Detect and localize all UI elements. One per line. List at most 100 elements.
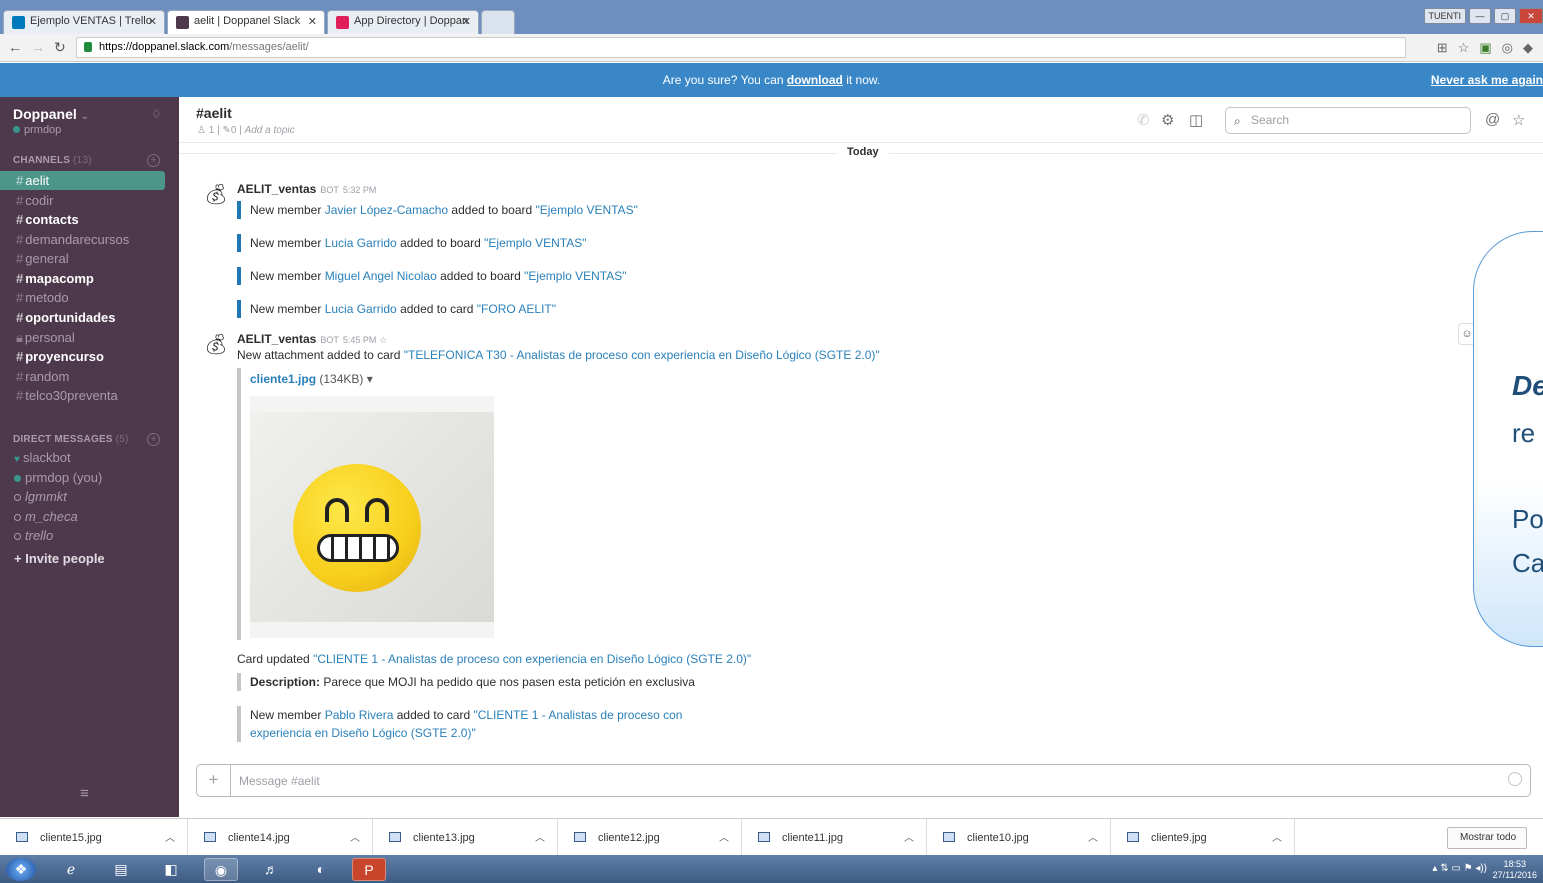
card-link[interactable]: "CLIENTE 1 - Analistas de proceso con xyxy=(473,708,682,722)
sidebar-channel-metodo[interactable]: # metodo xyxy=(0,288,165,307)
chevron-up-icon[interactable]: ︿ xyxy=(719,829,729,844)
card-link[interactable]: "CLIENTE 1 - Analistas de proceso con ex… xyxy=(313,652,751,666)
close-tab-icon[interactable]: ✕ xyxy=(462,15,471,28)
show-all-downloads-button[interactable]: Mostrar todo xyxy=(1447,827,1528,849)
minimize-icon[interactable]: — xyxy=(1469,8,1491,24)
download-item[interactable]: cliente15.jpg ︿ xyxy=(0,819,188,855)
search-input[interactable]: ⌕ Search xyxy=(1225,107,1471,134)
new-tab-button[interactable] xyxy=(481,10,515,34)
chevron-up-icon[interactable]: ︿ xyxy=(1088,829,1098,844)
translate-icon[interactable]: ⊞ xyxy=(1437,40,1448,56)
sidebar-dm-lgmmkt[interactable]: lgmmkt xyxy=(0,487,165,506)
sidebar-channel-demandarecursos[interactable]: # demandarecursos xyxy=(0,230,165,249)
board-link[interactable]: "Ejemplo VENTAS" xyxy=(536,203,638,217)
start-button-icon[interactable]: ❖ xyxy=(6,858,36,881)
clock[interactable]: 18:53 27/11/2016 xyxy=(1493,859,1537,881)
bookmark-star-icon[interactable]: ☆ xyxy=(1458,40,1470,56)
members-icon[interactable]: ♙ xyxy=(197,125,206,136)
sidebar-dm-trello[interactable]: trello xyxy=(0,526,165,545)
member-link[interactable]: Miguel Angel Nicolao xyxy=(325,269,437,283)
message-composer[interactable]: + Message #aelit xyxy=(196,764,1531,797)
sidebar-dm-m-checa[interactable]: m_checa xyxy=(0,507,165,526)
close-window-icon[interactable]: ✕ xyxy=(1519,8,1543,24)
download-item[interactable]: cliente11.jpg ︿ xyxy=(742,819,927,855)
chevron-up-icon[interactable]: ︿ xyxy=(535,829,545,844)
chevron-up-icon[interactable]: ︿ xyxy=(904,829,914,844)
extension-icon[interactable]: ◎ xyxy=(1502,40,1513,56)
call-icon[interactable]: ✆ xyxy=(1137,111,1150,129)
sidebar-channel-codir[interactable]: # codir xyxy=(0,191,165,210)
member-link[interactable]: Javier López-Camacho xyxy=(325,203,448,217)
starred-icon[interactable]: ☆ xyxy=(1512,111,1525,129)
file-explorer-icon[interactable]: ▤ xyxy=(104,858,138,881)
browser-tab-trello[interactable]: Ejemplo VENTAS | Trello ✕ xyxy=(3,10,165,34)
download-item[interactable]: cliente14.jpg ︿ xyxy=(188,819,373,855)
invite-people-link[interactable]: + Invite people xyxy=(14,551,105,566)
direct-messages-header[interactable]: DIRECT MESSAGES (5) xyxy=(13,434,129,445)
never-ask-link[interactable]: Never ask me again xyxy=(1431,73,1543,87)
forward-icon[interactable]: → xyxy=(31,39,45,55)
download-link[interactable]: download xyxy=(787,73,843,87)
url-field[interactable]: https://doppanel.slack.com/messages/aeli… xyxy=(76,37,1406,58)
close-tab-icon[interactable]: ✕ xyxy=(308,15,317,28)
chevron-up-icon[interactable]: ︿ xyxy=(1272,829,1282,844)
emoji-picker-icon[interactable] xyxy=(1508,772,1522,786)
board-link[interactable]: "Ejemplo VENTAS" xyxy=(484,236,586,250)
download-item[interactable]: cliente13.jpg ︿ xyxy=(373,819,558,855)
add-channel-icon[interactable]: + xyxy=(147,154,160,167)
internet-explorer-icon[interactable]: ℯ xyxy=(54,858,88,881)
browser-tab-slack[interactable]: aelit | Doppanel Slack ✕ xyxy=(167,10,325,35)
board-link[interactable]: "Ejemplo VENTAS" xyxy=(524,269,626,283)
team-menu[interactable]: Doppanel ⌄ xyxy=(13,106,89,122)
outlook-icon[interactable]: ◧ xyxy=(154,858,188,881)
powerpoint-icon[interactable]: P xyxy=(352,858,386,881)
quick-switcher-icon[interactable]: ≡ xyxy=(80,785,89,802)
sidebar-channel-oportunidades[interactable]: # oportunidades xyxy=(0,308,165,327)
download-item[interactable]: cliente9.jpg ︿ xyxy=(1111,819,1295,855)
sidebar-channel-personal[interactable]: 🔒︎ personal xyxy=(0,328,165,347)
image-attachment[interactable] xyxy=(250,396,494,638)
chevron-up-icon[interactable]: ︿ xyxy=(165,829,175,844)
download-item[interactable]: cliente12.jpg ︿ xyxy=(558,819,742,855)
mentions-icon[interactable]: @ xyxy=(1485,111,1500,128)
sidebar-channel-telco30preventa[interactable]: # telco30preventa xyxy=(0,386,165,405)
add-attachment-icon[interactable]: + xyxy=(197,765,231,796)
add-dm-icon[interactable]: + xyxy=(147,433,160,446)
bot-avatar-moneybag-icon[interactable]: 💰︎ xyxy=(203,182,229,208)
add-topic-link[interactable]: Add a topic xyxy=(245,125,295,136)
sidebar-dm-prmdop[interactable]: prmdop (you) xyxy=(0,468,165,487)
back-icon[interactable]: ← xyxy=(8,39,22,55)
file-name-link[interactable]: cliente1.jpg (134KB) ▾ xyxy=(250,372,373,386)
settings-gear-icon[interactable]: ⚙ xyxy=(1161,111,1174,129)
star-message-icon[interactable]: ☆ xyxy=(379,335,387,345)
notifications-bell-icon[interactable]: ♢ xyxy=(151,107,162,121)
card-link[interactable]: "TELEFONICA T30 - Analistas de proceso c… xyxy=(404,348,880,362)
reload-icon[interactable]: ↻ xyxy=(54,39,66,56)
download-item[interactable]: cliente10.jpg ︿ xyxy=(927,819,1111,855)
browser-tab-app-directory[interactable]: App Directory | Doppan ✕ xyxy=(327,10,479,34)
chevron-up-icon[interactable]: ︿ xyxy=(350,829,360,844)
media-player-icon[interactable]: ♬ xyxy=(254,858,288,881)
sidebar-channel-proyencurso[interactable]: # proyencurso xyxy=(0,347,165,366)
pin-icon[interactable]: ✎ xyxy=(222,125,230,136)
sidebar-channel-random[interactable]: # random xyxy=(0,367,165,386)
chrome-icon[interactable]: ◉ xyxy=(204,858,238,881)
card-link[interactable]: experiencia en Diseño Lógico (SGTE 2.0)" xyxy=(250,726,476,740)
close-tab-icon[interactable]: ✕ xyxy=(148,15,157,28)
extension-icon[interactable]: ◆ xyxy=(1523,40,1533,56)
profile-badge[interactable]: TUENTI xyxy=(1423,8,1466,24)
bot-avatar-moneybag-icon[interactable]: 💰︎ xyxy=(203,332,229,358)
sidebar-dm-slackbot[interactable]: ♥ slackbot xyxy=(0,448,165,467)
channels-header[interactable]: CHANNELS (13) xyxy=(13,155,92,166)
firefox-icon[interactable]: ◐ xyxy=(304,858,338,881)
system-tray-icons[interactable]: ▴ ⇅ ▭ ⚑ ◂)) xyxy=(1432,863,1487,874)
sidebar-channel-mapacomp[interactable]: # mapacomp xyxy=(0,269,165,288)
member-link[interactable]: Pablo Rivera xyxy=(325,708,394,722)
channel-title[interactable]: #aelit xyxy=(196,105,232,121)
member-link[interactable]: Lucia Garrido xyxy=(325,236,397,250)
details-pane-icon[interactable]: ◫ xyxy=(1189,111,1203,129)
extension-icon[interactable]: ▣ xyxy=(1479,40,1491,56)
maximize-icon[interactable]: ▢ xyxy=(1494,8,1516,24)
card-link[interactable]: "FORO AELIT" xyxy=(477,302,556,316)
member-link[interactable]: Lucia Garrido xyxy=(325,302,397,316)
